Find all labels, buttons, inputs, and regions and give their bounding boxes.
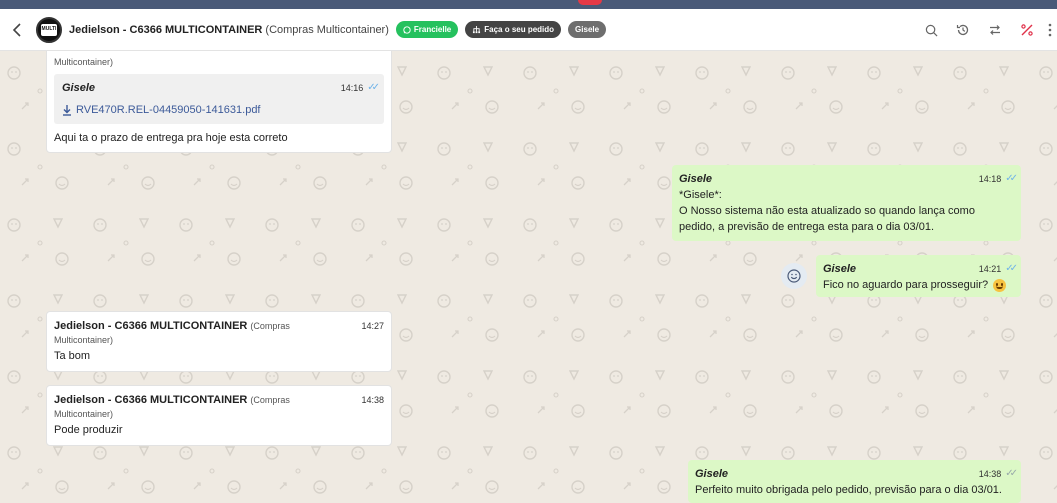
message-author-subtitle: Multicontainer): [54, 57, 114, 67]
tag-agent[interactable]: Francielle: [395, 21, 459, 38]
message-incoming[interactable]: Jedielson - C6366 MULTICONTAINER (Compra…: [46, 311, 392, 372]
read-ticks-icon: ✓✓: [1005, 263, 1018, 274]
message-line: pedido, a previsão de entrega esta para …: [679, 221, 935, 233]
message-outgoing[interactable]: Gisele 14:38 ✓✓ Perfeito muito obrigada p…: [688, 460, 1021, 503]
message-author: Jedielson - C6366 MULTICONTAINER (Compra…: [54, 320, 290, 332]
read-ticks-icon: ✓✓: [367, 82, 380, 93]
chevron-left-icon: [12, 22, 21, 37]
file-name: RVE470R.REL-04459050-141631.pdf: [76, 104, 261, 116]
read-ticks-icon: ✓✓: [1005, 173, 1018, 184]
message-text: Perfeito muito obrigada pelo pedido, pre…: [695, 484, 1002, 496]
message-text-row: Fico no aguardo para prosseguir?: [823, 277, 1014, 293]
message-text: Aqui ta o prazo de entrega pra hoje esta…: [54, 132, 288, 144]
delivered-ticks-icon: ✓✓: [1005, 468, 1018, 479]
whatsapp-icon: [403, 25, 411, 34]
message-incoming[interactable]: Multicontainer) Gisele 14:16 ✓✓ RVE470R.R…: [46, 51, 392, 153]
message-line: *Gisele*:: [679, 189, 722, 201]
message-line: O Nosso sistema não esta atualizado so q…: [679, 205, 975, 217]
contact-subtitle: (Compras Multicontainer): [265, 23, 389, 36]
tag-order[interactable]: Faça o seu pedido: [465, 21, 562, 38]
transfer-button[interactable]: [979, 18, 1011, 42]
message-author: Gisele: [823, 263, 857, 275]
message-author: Jedielson - C6366 MULTICONTAINER (Compra…: [54, 394, 290, 406]
message-text: Pode produzir: [54, 424, 123, 436]
chat-header: MULTI Jedielson - C6366 MULTICONTAINER (…: [0, 9, 1057, 51]
percent-icon: [1021, 24, 1033, 36]
message-time: 14:38: [361, 395, 384, 405]
message-time: 14:27: [361, 321, 384, 331]
download-icon: [63, 104, 71, 116]
message-text: Fico no aguardo para prosseguir?: [823, 279, 989, 291]
avatar[interactable]: MULTI: [36, 16, 62, 43]
quoted-author: Gisele: [62, 82, 96, 94]
quoted-time: 14:16 ✓✓: [341, 80, 380, 96]
message-text: Ta bom: [54, 350, 91, 362]
message-time: 14:38 ✓✓: [979, 466, 1018, 482]
message-time: 14:18 ✓✓: [979, 171, 1018, 187]
more-vertical-icon: [1048, 23, 1052, 37]
company-logo: MULTI: [41, 23, 57, 36]
file-attachment[interactable]: RVE470R.REL-04459050-141631.pdf: [62, 102, 376, 118]
history-button[interactable]: [947, 18, 979, 42]
message-incoming[interactable]: Jedielson - C6366 MULTICONTAINER (Compra…: [46, 385, 392, 446]
tag-user[interactable]: Gisele: [568, 21, 607, 38]
discount-button[interactable]: [1011, 18, 1043, 42]
grinning-emoji-icon: [993, 278, 1007, 292]
smiley-icon: [787, 269, 801, 283]
search-button[interactable]: [915, 18, 947, 42]
message-author: Gisele: [695, 468, 729, 480]
history-icon: [956, 24, 969, 36]
contact-name[interactable]: Jedielson - C6366 MULTICONTAINER (Compra…: [69, 24, 389, 36]
reaction-button[interactable]: [781, 263, 807, 289]
more-button[interactable]: [1043, 18, 1057, 42]
notification-notch: [578, 0, 602, 5]
chat-area[interactable]: Multicontainer) Gisele 14:16 ✓✓ RVE470R.R…: [0, 51, 1057, 503]
message-time: 14:21 ✓✓: [979, 261, 1018, 277]
search-icon: [925, 24, 937, 36]
transfer-icon: [990, 25, 1000, 35]
quoted-message[interactable]: Gisele 14:16 ✓✓ RVE470R.REL-04459050-1416…: [54, 74, 384, 124]
message-author-subtitle: Multicontainer): [54, 409, 114, 419]
message-author-subtitle: Multicontainer): [54, 335, 114, 345]
message-outgoing[interactable]: Gisele 14:21 ✓✓ Fico no aguardo para pros…: [816, 255, 1021, 297]
message-outgoing[interactable]: Gisele 14:18 ✓✓ *Gisele*: O Nosso sistema…: [672, 165, 1021, 241]
top-strip: [0, 0, 1057, 9]
message-author: Gisele: [679, 173, 713, 185]
back-button[interactable]: [8, 21, 26, 39]
header-actions: [915, 9, 1057, 51]
sitemap-icon: [473, 25, 481, 33]
